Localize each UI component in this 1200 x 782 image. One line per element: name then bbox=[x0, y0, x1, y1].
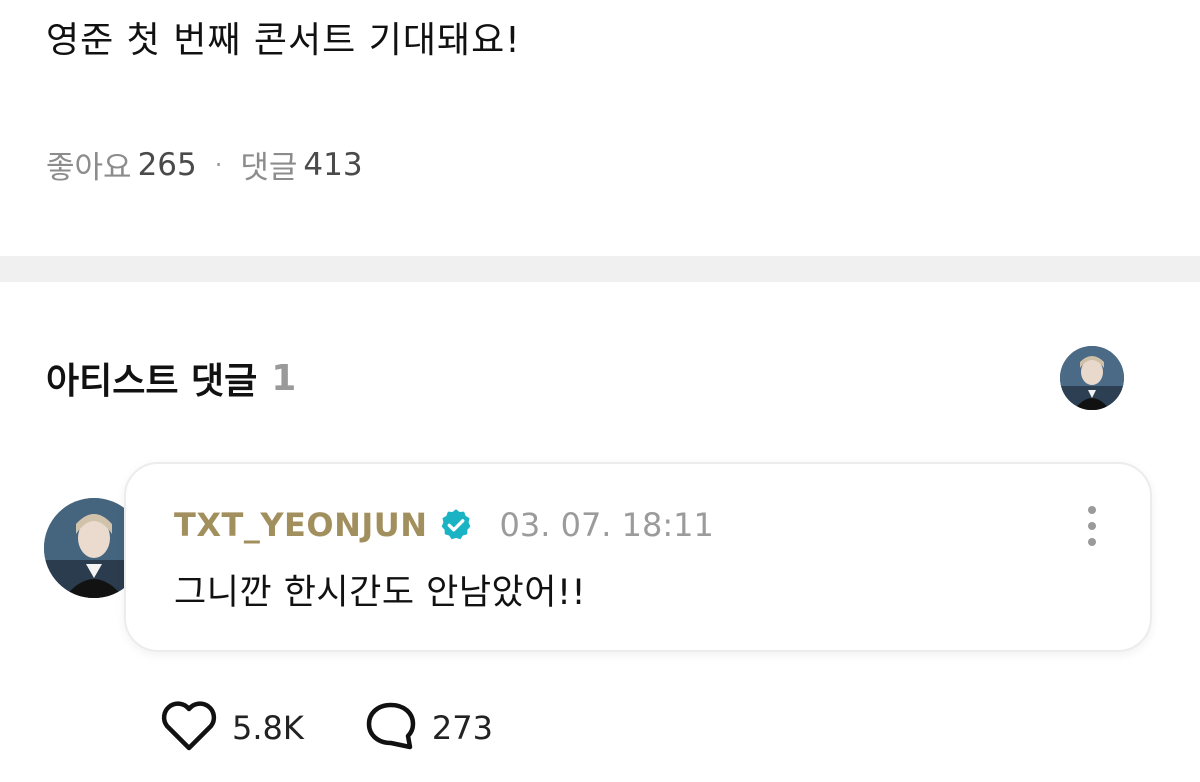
artist-comments-count: 1 bbox=[271, 357, 297, 399]
reply-button[interactable]: 273 bbox=[364, 700, 493, 756]
comment-author-name[interactable]: TXT_YEONJUN bbox=[174, 506, 428, 544]
artist-comments-title: 아티스트 댓글 bbox=[46, 361, 258, 402]
comment-text: 그니깐 한시간도 안남았어!! bbox=[174, 573, 587, 613]
verified-badge-icon bbox=[438, 507, 474, 543]
comment-timestamp: 03. 07. 18:11 bbox=[499, 506, 714, 544]
heart-outline-icon bbox=[160, 700, 218, 756]
post-detail-page: 영준 첫 번째 콘서트 기대돼요! 좋아요 265 · 댓글 413 아티스트 … bbox=[0, 0, 1200, 782]
comments-count[interactable]: 413 bbox=[303, 147, 362, 183]
more-vertical-icon[interactable] bbox=[1084, 506, 1100, 546]
speech-bubble-icon bbox=[364, 700, 418, 756]
artist-avatar[interactable] bbox=[1060, 346, 1124, 410]
comment-actions: 5.8K 273 bbox=[160, 700, 553, 756]
artist-comment-card[interactable]: TXT_YEONJUN 03. 07. 18:11 그니깐 한시간도 안남았어!… bbox=[124, 462, 1152, 652]
likes-count[interactable]: 265 bbox=[138, 147, 197, 183]
comments-label[interactable]: 댓글 bbox=[240, 142, 297, 187]
likes-label[interactable]: 좋아요 bbox=[46, 142, 132, 187]
like-count: 5.8K bbox=[232, 709, 304, 747]
stats-separator: · bbox=[214, 150, 223, 179]
post-stats: 좋아요 265 · 댓글 413 bbox=[46, 142, 363, 187]
comment-header: TXT_YEONJUN 03. 07. 18:11 bbox=[174, 506, 714, 544]
like-button[interactable]: 5.8K bbox=[160, 700, 304, 756]
reply-count: 273 bbox=[431, 709, 493, 747]
artist-comments-header: 아티스트 댓글 1 bbox=[46, 352, 296, 404]
post-text: 영준 첫 번째 콘서트 기대돼요! bbox=[46, 20, 521, 61]
section-divider bbox=[0, 256, 1200, 282]
